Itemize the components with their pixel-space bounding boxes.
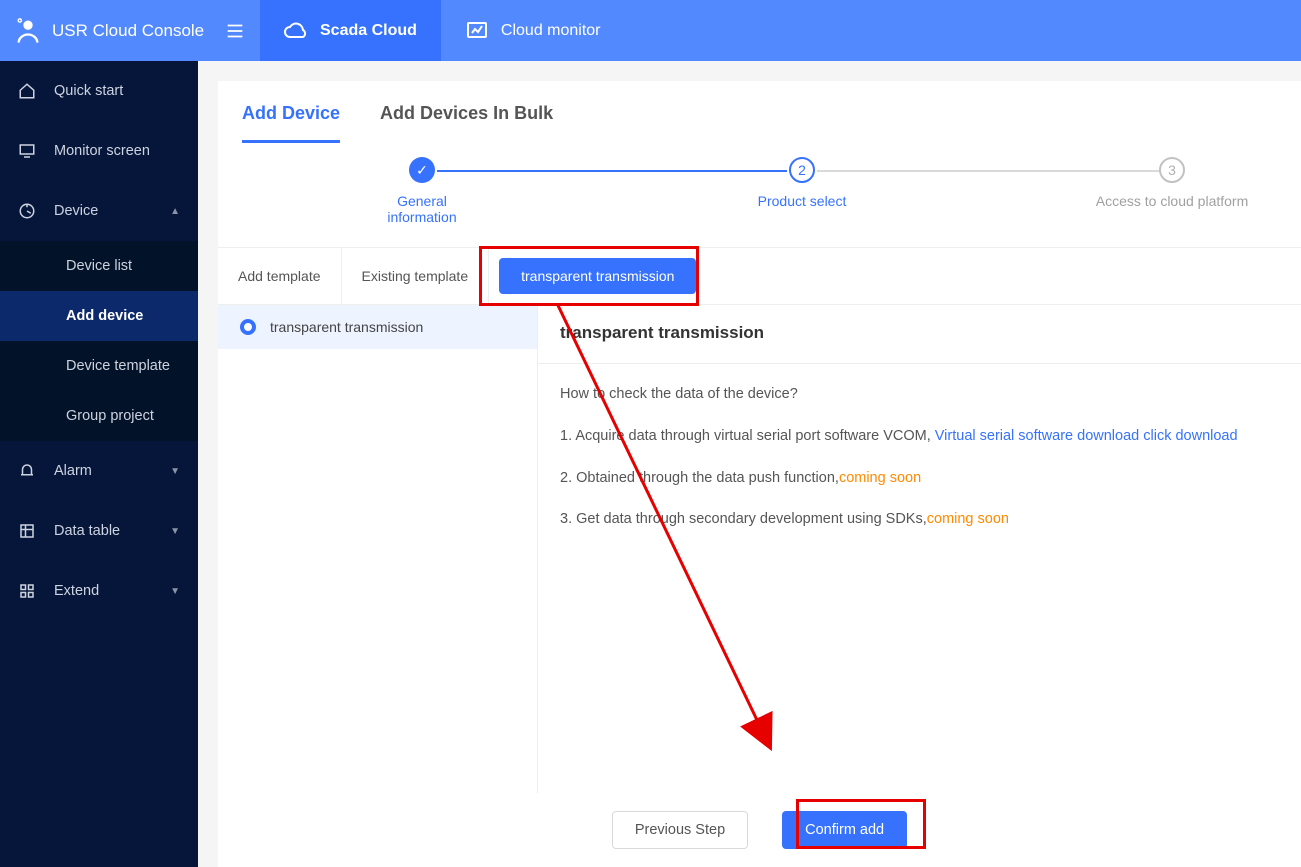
step-number-icon: 2 xyxy=(789,157,815,183)
sidebar-item-label: Extend xyxy=(54,583,99,599)
sidebar-sub-device-list[interactable]: Device list xyxy=(0,241,198,291)
topbar: USR Cloud Console Scada Cloud Cloud moni… xyxy=(0,0,1301,61)
tab-add-device[interactable]: Add Device xyxy=(242,103,340,143)
table-icon xyxy=(18,522,36,540)
grid-icon xyxy=(18,582,36,600)
step-label: General information xyxy=(362,193,482,225)
previous-step-button[interactable]: Previous Step xyxy=(612,811,748,849)
chevron-down-icon: ▼ xyxy=(170,586,180,597)
tab-cloud-monitor[interactable]: Cloud monitor xyxy=(441,0,625,61)
chevron-up-icon: ▲ xyxy=(170,206,180,217)
sidebar-item-label: Group project xyxy=(66,408,154,424)
info-question: How to check the data of the device? xyxy=(560,384,1279,406)
person-cloud-icon xyxy=(14,17,42,45)
stepper: ✓ General information 2 Product select 3… xyxy=(242,157,1277,227)
sidebar-item-label: Add device xyxy=(66,308,143,324)
option-transparent[interactable]: transparent transmission xyxy=(218,305,537,349)
info-line-3: 3. Get data through secondary developmen… xyxy=(560,509,1279,531)
card: Add Device Add Devices In Bulk ✓ General… xyxy=(218,81,1301,867)
sidebar-sub-device-template[interactable]: Device template xyxy=(0,341,198,391)
sidebar-item-extend[interactable]: Extend ▼ xyxy=(0,561,198,621)
step-label: Access to cloud platform xyxy=(1082,193,1262,209)
sidebar-item-device[interactable]: Device ▲ xyxy=(0,181,198,241)
info-text: 3. Get data through secondary developmen… xyxy=(560,511,927,527)
annotation-arrow xyxy=(538,305,1298,785)
info-line-2: 2. Obtained through the data push functi… xyxy=(560,468,1279,490)
sidebar-item-label: Alarm xyxy=(54,463,92,479)
device-icon xyxy=(18,202,36,220)
tab-add-devices-bulk[interactable]: Add Devices In Bulk xyxy=(380,103,553,143)
link-vcom-download[interactable]: Virtual serial software download click d… xyxy=(935,428,1238,444)
cloud-icon xyxy=(284,19,308,43)
sidebar-item-monitor-screen[interactable]: Monitor screen xyxy=(0,121,198,181)
coming-soon-badge: coming soon xyxy=(927,511,1009,527)
chevron-down-icon: ▼ xyxy=(170,526,180,537)
radio-selected-icon xyxy=(240,319,256,335)
tab-label: Cloud monitor xyxy=(501,22,601,40)
monitor-icon xyxy=(18,142,36,160)
sidebar-item-data-table[interactable]: Data table ▼ xyxy=(0,501,198,561)
sidebar-item-alarm[interactable]: Alarm ▼ xyxy=(0,441,198,501)
sidebar: Quick start Monitor screen Device ▲ Devi… xyxy=(0,61,198,867)
option-label: transparent transmission xyxy=(270,319,423,335)
home-icon xyxy=(18,82,36,100)
brand-title: USR Cloud Console xyxy=(52,21,204,41)
check-icon: ✓ xyxy=(409,157,435,183)
option-panel: transparent transmission xyxy=(218,305,538,793)
sidebar-item-label: Quick start xyxy=(54,83,123,99)
sidebar-item-label: Monitor screen xyxy=(54,143,150,159)
bell-icon xyxy=(18,462,36,480)
tpl-tab-add-template[interactable]: Add template xyxy=(218,248,342,304)
sidebar-item-label: Device template xyxy=(66,358,170,374)
step-product-select: 2 Product select xyxy=(742,157,862,209)
hamburger-icon[interactable] xyxy=(224,20,246,42)
tab-scada-cloud[interactable]: Scada Cloud xyxy=(260,0,441,61)
template-tabs: Add template Existing template transpare… xyxy=(218,247,1301,305)
chevron-down-icon: ▼ xyxy=(170,466,180,477)
sidebar-sub-group-project[interactable]: Group project xyxy=(0,391,198,441)
info-panel: transparent transmission How to check th… xyxy=(538,305,1301,793)
sidebar-item-label: Device list xyxy=(66,258,132,274)
page-tabs: Add Device Add Devices In Bulk xyxy=(218,81,1301,143)
footer-actions: Previous Step Confirm add xyxy=(218,793,1301,867)
sidebar-item-quick-start[interactable]: Quick start xyxy=(0,61,198,121)
confirm-add-button[interactable]: Confirm add xyxy=(782,811,907,849)
info-text: 2. Obtained through the data push functi… xyxy=(560,470,839,486)
sidebar-item-label: Data table xyxy=(54,523,120,539)
step-label: Product select xyxy=(742,193,862,209)
monitor-chart-icon xyxy=(465,19,489,43)
tpl-tab-existing-template[interactable]: Existing template xyxy=(342,248,490,304)
main: Add Device Add Devices In Bulk ✓ General… xyxy=(198,61,1301,867)
step-number-icon: 3 xyxy=(1159,157,1185,183)
tab-label: Scada Cloud xyxy=(320,22,417,40)
step-access-cloud: 3 Access to cloud platform xyxy=(1082,157,1262,209)
sidebar-submenu-device: Device list Add device Device template G… xyxy=(0,241,198,441)
coming-soon-badge: coming soon xyxy=(839,470,921,486)
content-split: transparent transmission transparent tra… xyxy=(218,305,1301,793)
info-line-1: 1. Acquire data through virtual serial p… xyxy=(560,426,1279,448)
tpl-tab-transparent[interactable]: transparent transmission xyxy=(499,258,696,294)
info-text: 1. Acquire data through virtual serial p… xyxy=(560,428,935,444)
sidebar-sub-add-device[interactable]: Add device xyxy=(0,291,198,341)
sidebar-item-label: Device xyxy=(54,203,98,219)
brand[interactable]: USR Cloud Console xyxy=(0,0,260,61)
info-title: transparent transmission xyxy=(560,323,1279,343)
step-general-info: ✓ General information xyxy=(362,157,482,225)
